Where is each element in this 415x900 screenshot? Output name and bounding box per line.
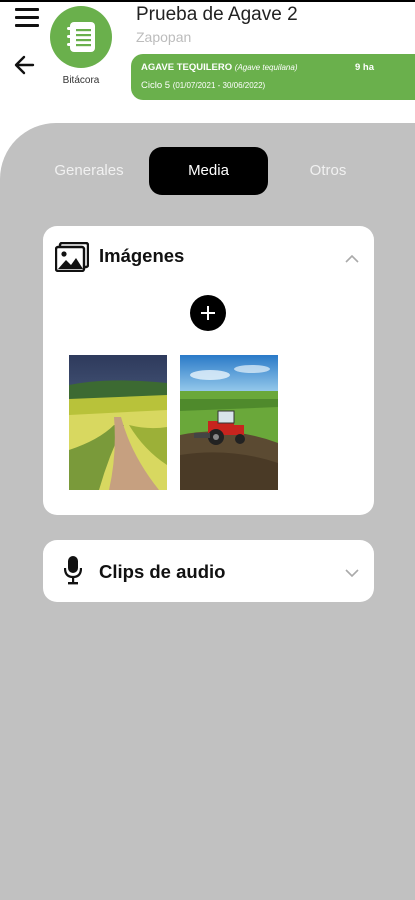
- crop-cycle: Ciclo 5: [141, 80, 171, 91]
- notebook-icon: [67, 22, 95, 52]
- images-section-title: Imágenes: [99, 245, 185, 266]
- image-thumbnail-tractor[interactable]: [180, 355, 278, 490]
- crop-scientific-name: (Agave tequilana): [234, 63, 298, 72]
- add-image-button[interactable]: [190, 295, 226, 331]
- crop-cycle-dates: (01/07/2021 - 30/06/2022): [172, 81, 266, 90]
- chevron-down-icon[interactable]: [345, 564, 359, 582]
- logbook-logo[interactable]: Bitácora: [48, 6, 114, 86]
- arrow-left-icon: [14, 55, 35, 75]
- menu-icon-line: [15, 24, 39, 27]
- menu-icon-line: [15, 16, 39, 19]
- menu-icon-line: [15, 8, 39, 11]
- tab-generales[interactable]: Generales: [44, 147, 134, 195]
- back-button[interactable]: [12, 52, 38, 78]
- audio-clips-section-title: Clips de audio: [99, 561, 226, 582]
- crop-cycle-line: Ciclo 5 (01/07/2021 - 30/06/2022): [141, 80, 265, 91]
- page-title: Prueba de Agave 2: [136, 4, 298, 25]
- tab-otros[interactable]: Otros: [290, 147, 366, 195]
- logo-label: Bitácora: [62, 75, 100, 86]
- logbook-icon-circle: [50, 6, 112, 68]
- page-subtitle: Zapopan: [136, 29, 192, 45]
- chevron-up-icon[interactable]: [345, 250, 359, 268]
- status-bar-edge: [0, 0, 415, 2]
- microphone-icon: [63, 555, 83, 590]
- crop-area: 9 ha: [355, 62, 375, 73]
- tab-media[interactable]: Media: [149, 147, 268, 195]
- audio-clips-section[interactable]: Clips de audio: [43, 540, 374, 602]
- crop-name: AGAVE TEQUILERO: [141, 62, 233, 73]
- image-thumbnail-field-path[interactable]: [69, 355, 167, 490]
- crop-name-line: AGAVE TEQUILERO (Agave tequilana): [141, 62, 298, 73]
- menu-button[interactable]: [15, 8, 39, 28]
- image-gallery-icon: [54, 241, 90, 277]
- crop-info-banner[interactable]: AGAVE TEQUILERO (Agave tequilana) 9 ha C…: [131, 54, 415, 100]
- images-section: Imágenes: [43, 226, 374, 515]
